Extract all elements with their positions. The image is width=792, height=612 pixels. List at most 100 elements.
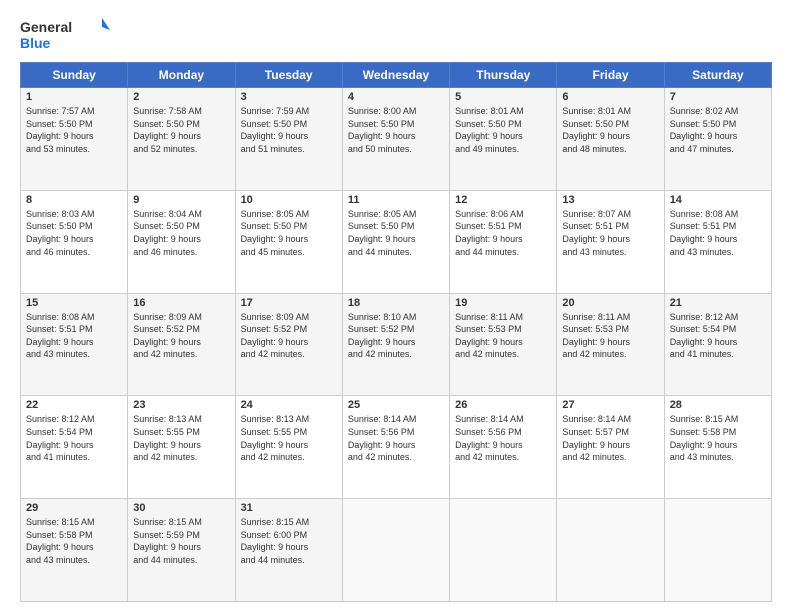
day-number: 13: [562, 194, 658, 206]
day-info: Sunrise: 7:59 AM Sunset: 5:50 PM Dayligh…: [241, 105, 337, 155]
day-info: Sunrise: 8:04 AM Sunset: 5:50 PM Dayligh…: [133, 208, 229, 258]
day-info: Sunrise: 8:11 AM Sunset: 5:53 PM Dayligh…: [562, 311, 658, 361]
day-info: Sunrise: 8:11 AM Sunset: 5:53 PM Dayligh…: [455, 311, 551, 361]
weekday-header-tuesday: Tuesday: [235, 63, 342, 88]
day-number: 8: [26, 194, 122, 206]
day-number: 25: [348, 399, 444, 411]
calendar-cell: 10 Sunrise: 8:05 AM Sunset: 5:50 PM Dayli…: [235, 190, 342, 293]
calendar-cell: 18 Sunrise: 8:10 AM Sunset: 5:52 PM Dayli…: [342, 293, 449, 396]
calendar-cell: 21 Sunrise: 8:12 AM Sunset: 5:54 PM Dayli…: [664, 293, 771, 396]
calendar-cell: 8 Sunrise: 8:03 AM Sunset: 5:50 PM Daylig…: [21, 190, 128, 293]
calendar-cell: 27 Sunrise: 8:14 AM Sunset: 5:57 PM Dayli…: [557, 396, 664, 499]
day-info: Sunrise: 8:15 AM Sunset: 6:00 PM Dayligh…: [241, 516, 337, 566]
day-info: Sunrise: 8:14 AM Sunset: 5:57 PM Dayligh…: [562, 413, 658, 463]
day-number: 10: [241, 194, 337, 206]
day-number: 29: [26, 502, 122, 514]
day-number: 27: [562, 399, 658, 411]
calendar-cell: 20 Sunrise: 8:11 AM Sunset: 5:53 PM Dayli…: [557, 293, 664, 396]
calendar-cell: 13Sunrise: 8:07 AM Sunset: 5:51 PM Dayli…: [557, 190, 664, 293]
day-number: 15: [26, 297, 122, 309]
day-info: Sunrise: 8:03 AM Sunset: 5:50 PM Dayligh…: [26, 208, 122, 258]
day-info: Sunrise: 8:06 AM Sunset: 5:51 PM Dayligh…: [455, 208, 551, 258]
week-row-2: 8 Sunrise: 8:03 AM Sunset: 5:50 PM Daylig…: [21, 190, 772, 293]
day-info: Sunrise: 8:15 AM Sunset: 5:58 PM Dayligh…: [670, 413, 766, 463]
calendar-cell: 7Sunrise: 8:02 AM Sunset: 5:50 PM Daylig…: [664, 88, 771, 191]
calendar-cell: 2Sunrise: 7:58 AM Sunset: 5:50 PM Daylig…: [128, 88, 235, 191]
calendar-cell: 11 Sunrise: 8:05 AM Sunset: 5:50 PM Dayli…: [342, 190, 449, 293]
day-number: 14: [670, 194, 766, 206]
day-number: 24: [241, 399, 337, 411]
calendar-cell: 12 Sunrise: 8:06 AM Sunset: 5:51 PM Dayli…: [450, 190, 557, 293]
weekday-header-thursday: Thursday: [450, 63, 557, 88]
day-info: Sunrise: 8:15 AM Sunset: 5:58 PM Dayligh…: [26, 516, 122, 566]
day-info: Sunrise: 8:09 AM Sunset: 5:52 PM Dayligh…: [133, 311, 229, 361]
calendar-cell: 9 Sunrise: 8:04 AM Sunset: 5:50 PM Daylig…: [128, 190, 235, 293]
day-info: Sunrise: 8:10 AM Sunset: 5:52 PM Dayligh…: [348, 311, 444, 361]
weekday-header-wednesday: Wednesday: [342, 63, 449, 88]
day-info: Sunrise: 8:14 AM Sunset: 5:56 PM Dayligh…: [348, 413, 444, 463]
day-number: 17: [241, 297, 337, 309]
calendar-cell: 31 Sunrise: 8:15 AM Sunset: 6:00 PM Dayli…: [235, 499, 342, 602]
day-info: Sunrise: 8:01 AM Sunset: 5:50 PM Dayligh…: [455, 105, 551, 155]
day-number: 16: [133, 297, 229, 309]
calendar-cell: 3 Sunrise: 7:59 AM Sunset: 5:50 PM Daylig…: [235, 88, 342, 191]
day-info: Sunrise: 8:12 AM Sunset: 5:54 PM Dayligh…: [670, 311, 766, 361]
weekday-header-sunday: Sunday: [21, 63, 128, 88]
day-number: 7: [670, 91, 766, 103]
day-info: Sunrise: 8:05 AM Sunset: 5:50 PM Dayligh…: [348, 208, 444, 258]
day-number: 23: [133, 399, 229, 411]
calendar-cell: 22 Sunrise: 8:12 AM Sunset: 5:54 PM Dayli…: [21, 396, 128, 499]
day-number: 4: [348, 91, 444, 103]
day-number: 18: [348, 297, 444, 309]
calendar-cell: 23Sunrise: 8:13 AM Sunset: 5:55 PM Dayli…: [128, 396, 235, 499]
day-info: Sunrise: 8:15 AM Sunset: 5:59 PM Dayligh…: [133, 516, 229, 566]
week-row-5: 29 Sunrise: 8:15 AM Sunset: 5:58 PM Dayli…: [21, 499, 772, 602]
day-number: 11: [348, 194, 444, 206]
svg-text:Blue: Blue: [20, 35, 51, 51]
day-number: 2: [133, 91, 229, 103]
day-number: 19: [455, 297, 551, 309]
day-number: 26: [455, 399, 551, 411]
day-info: Sunrise: 8:09 AM Sunset: 5:52 PM Dayligh…: [241, 311, 337, 361]
day-info: Sunrise: 8:05 AM Sunset: 5:50 PM Dayligh…: [241, 208, 337, 258]
weekday-header-monday: Monday: [128, 63, 235, 88]
logo-svg: General Blue: [20, 16, 110, 52]
day-info: Sunrise: 8:01 AM Sunset: 5:50 PM Dayligh…: [562, 105, 658, 155]
day-number: 28: [670, 399, 766, 411]
calendar-cell: 4Sunrise: 8:00 AM Sunset: 5:50 PM Daylig…: [342, 88, 449, 191]
calendar-cell: [557, 499, 664, 602]
calendar-cell: 17 Sunrise: 8:09 AM Sunset: 5:52 PM Dayli…: [235, 293, 342, 396]
calendar-cell: 15Sunrise: 8:08 AM Sunset: 5:51 PM Dayli…: [21, 293, 128, 396]
weekday-header-saturday: Saturday: [664, 63, 771, 88]
day-number: 3: [241, 91, 337, 103]
week-row-4: 22 Sunrise: 8:12 AM Sunset: 5:54 PM Dayli…: [21, 396, 772, 499]
calendar-cell: 24Sunrise: 8:13 AM Sunset: 5:55 PM Dayli…: [235, 396, 342, 499]
day-info: Sunrise: 8:12 AM Sunset: 5:54 PM Dayligh…: [26, 413, 122, 463]
day-number: 5: [455, 91, 551, 103]
day-number: 20: [562, 297, 658, 309]
calendar-cell: [342, 499, 449, 602]
day-number: 9: [133, 194, 229, 206]
calendar-cell: [450, 499, 557, 602]
calendar-cell: 1Sunrise: 7:57 AM Sunset: 5:50 PM Daylig…: [21, 88, 128, 191]
calendar-cell: 26 Sunrise: 8:14 AM Sunset: 5:56 PM Dayli…: [450, 396, 557, 499]
calendar-cell: [664, 499, 771, 602]
day-number: 21: [670, 297, 766, 309]
weekday-header-friday: Friday: [557, 63, 664, 88]
page: General Blue SundayMondayTuesdayWednesda…: [0, 0, 792, 612]
day-number: 22: [26, 399, 122, 411]
calendar-cell: 16 Sunrise: 8:09 AM Sunset: 5:52 PM Dayli…: [128, 293, 235, 396]
calendar-cell: 29 Sunrise: 8:15 AM Sunset: 5:58 PM Dayli…: [21, 499, 128, 602]
day-info: Sunrise: 7:57 AM Sunset: 5:50 PM Dayligh…: [26, 105, 122, 155]
day-number: 12: [455, 194, 551, 206]
calendar-cell: 19 Sunrise: 8:11 AM Sunset: 5:53 PM Dayli…: [450, 293, 557, 396]
week-row-1: 1Sunrise: 7:57 AM Sunset: 5:50 PM Daylig…: [21, 88, 772, 191]
calendar-cell: 14Sunrise: 8:08 AM Sunset: 5:51 PM Dayli…: [664, 190, 771, 293]
week-row-3: 15Sunrise: 8:08 AM Sunset: 5:51 PM Dayli…: [21, 293, 772, 396]
calendar-cell: 28 Sunrise: 8:15 AM Sunset: 5:58 PM Dayli…: [664, 396, 771, 499]
day-number: 31: [241, 502, 337, 514]
header: General Blue: [20, 16, 772, 52]
calendar-table: SundayMondayTuesdayWednesdayThursdayFrid…: [20, 62, 772, 602]
calendar-cell: 5 Sunrise: 8:01 AM Sunset: 5:50 PM Daylig…: [450, 88, 557, 191]
day-info: Sunrise: 8:14 AM Sunset: 5:56 PM Dayligh…: [455, 413, 551, 463]
